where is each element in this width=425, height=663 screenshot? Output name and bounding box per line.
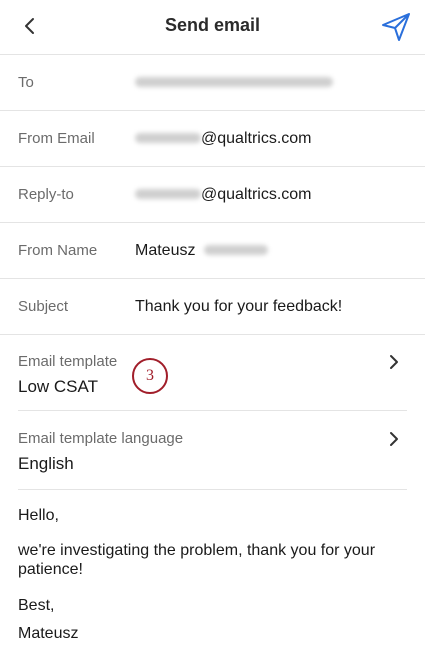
email-template-label: Email template: [18, 353, 118, 370]
redacted-text: [203, 244, 268, 255]
redacted-text: [135, 188, 201, 199]
from-name-field[interactable]: From Name Mateusz: [0, 223, 425, 279]
message-paragraph: we're investigating the problem, thank y…: [18, 542, 376, 578]
reply-to-field[interactable]: Reply-to @qualtrics.com: [0, 167, 425, 223]
from-email-label: From Email: [18, 130, 95, 147]
message-signoff: Best,: [18, 597, 55, 614]
subject-value: Thank you for your feedback!: [135, 298, 343, 315]
redacted-text: [135, 76, 333, 87]
subject-field[interactable]: Subject Thank you for your feedback!: [0, 279, 425, 335]
email-template-language-select[interactable]: Email template language English: [0, 411, 425, 490]
reply-to-label: Reply-to: [18, 186, 74, 203]
subject-label: Subject: [18, 298, 69, 315]
message-signature: Mateusz: [18, 625, 79, 642]
from-name-first: Mateusz: [135, 242, 196, 259]
step-number-badge: 3: [132, 358, 168, 394]
message-greeting: Hello,: [18, 507, 59, 524]
from-name-label: From Name: [18, 242, 98, 259]
chevron-right-icon: [390, 355, 398, 369]
from-name-value: Mateusz: [135, 242, 268, 260]
email-template-value: Low CSAT: [18, 377, 98, 396]
paper-plane-icon: [382, 13, 410, 41]
chevron-right-icon: [390, 432, 398, 446]
from-email-domain: @qualtrics.com: [201, 130, 312, 147]
from-email-value: @qualtrics.com: [135, 130, 312, 148]
page-title: Send email: [164, 15, 261, 35]
from-email-field[interactable]: From Email @qualtrics.com: [0, 111, 425, 167]
reply-to-value: @qualtrics.com: [135, 186, 312, 204]
top-bar: Send email: [0, 0, 425, 55]
email-template-select[interactable]: Email template Low CSAT: [0, 334, 425, 413]
send-button[interactable]: [380, 11, 412, 43]
reply-to-domain: @qualtrics.com: [201, 186, 312, 203]
language-value: English: [18, 454, 74, 473]
to-label: To: [18, 74, 34, 91]
language-label: Email template language: [18, 430, 184, 447]
divider: [18, 489, 407, 490]
to-field[interactable]: To: [0, 55, 425, 111]
redacted-text: [135, 132, 201, 143]
to-value-redacted: [135, 74, 333, 92]
